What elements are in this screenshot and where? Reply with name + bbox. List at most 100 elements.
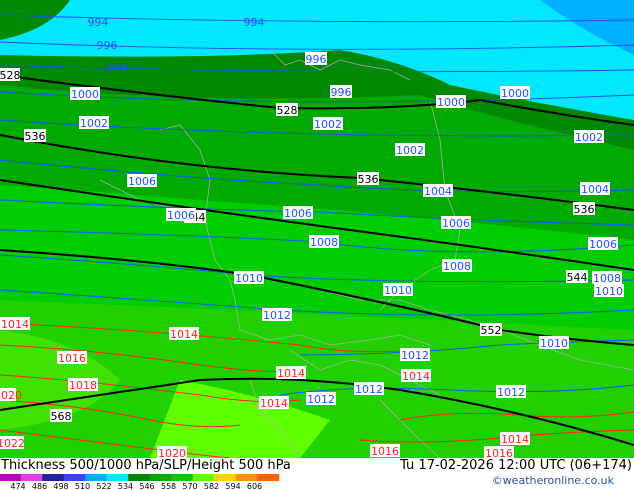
svg-text:1002: 1002 (314, 118, 342, 131)
slp-label: 1006 (283, 206, 313, 220)
svg-text:1002: 1002 (80, 117, 108, 130)
thickness-label: 536 (357, 172, 379, 186)
svg-text:994: 994 (88, 16, 109, 29)
legend-swatch (171, 474, 194, 481)
svg-text:1012: 1012 (307, 393, 335, 406)
legend-tick-label: 498 (53, 482, 68, 490)
thickness-slp-map: 528 528 528 536 536 536 544 544 552 568 … (0, 0, 634, 458)
slp-label: 998 (107, 62, 128, 75)
slp-label: 996 (97, 39, 118, 52)
svg-text:1012: 1012 (263, 309, 291, 322)
svg-text:1014: 1014 (170, 328, 198, 341)
credit-text: ©weatheronline.co.uk (491, 474, 614, 487)
thickness-label: 536 (573, 202, 595, 216)
slp-label: 1006 (441, 216, 471, 230)
slp-label: 1014 (276, 366, 306, 380)
svg-text:1006: 1006 (442, 217, 470, 230)
svg-text:1014: 1014 (402, 370, 430, 383)
svg-text:1000: 1000 (437, 96, 465, 109)
slp-label: 1004 (423, 184, 453, 198)
slp-label: 1014 (169, 327, 199, 341)
slp-label: 1016 (370, 444, 400, 458)
svg-text:1010: 1010 (595, 285, 623, 298)
svg-text:1008: 1008 (593, 272, 621, 285)
svg-text:1022: 1022 (0, 437, 25, 450)
svg-text:1014: 1014 (1, 318, 29, 331)
legend-swatch (257, 474, 280, 481)
slp-label: 1004 (580, 182, 610, 196)
svg-text:528: 528 (0, 69, 21, 82)
slp-label: 1010 (594, 284, 624, 298)
svg-text:1008: 1008 (310, 236, 338, 249)
svg-text:996: 996 (331, 86, 352, 99)
thickness-label: 528 (276, 103, 298, 117)
thickness-label: 528 (0, 68, 21, 82)
svg-text:1014: 1014 (501, 433, 529, 446)
slp-label: 1006 (588, 237, 618, 251)
slp-label: 1014 (259, 396, 289, 410)
svg-text:1014: 1014 (277, 367, 305, 380)
legend-swatch (42, 474, 65, 481)
thickness-label: 544 (566, 270, 588, 284)
svg-text:1016: 1016 (58, 352, 86, 365)
svg-text:1006: 1006 (589, 238, 617, 251)
legend-swatch (106, 474, 129, 481)
map-footer: Thickness 500/1000 hPa/SLP/Height 500 hP… (0, 458, 634, 490)
svg-text:552: 552 (481, 324, 502, 337)
svg-text:1000: 1000 (71, 88, 99, 101)
svg-text:1012: 1012 (401, 349, 429, 362)
svg-text:1012: 1012 (497, 386, 525, 399)
svg-text:1006: 1006 (167, 209, 195, 222)
legend-tick-label: 558 (161, 482, 176, 490)
legend-tick-label: 534 (118, 482, 133, 490)
slp-label: 1002 (395, 143, 425, 157)
slp-label: 1014 (0, 317, 30, 331)
legend-tick-label: 486 (32, 482, 47, 490)
svg-text:536: 536 (358, 173, 379, 186)
legend-swatch (63, 474, 86, 481)
legend-swatch (0, 474, 22, 481)
legend-tick-label: 570 (182, 482, 197, 490)
slp-label: 1000 (436, 95, 466, 109)
slp-label: 1018 (68, 378, 98, 392)
slp-label: 1010 (539, 336, 569, 350)
slp-label: 1012 (354, 382, 384, 396)
slp-label: 1010 (234, 271, 264, 285)
svg-text:1010: 1010 (384, 284, 412, 297)
legend-tick-label: 474 (10, 482, 25, 490)
legend-tick-label: 510 (75, 482, 90, 490)
svg-text:1020: 1020 (0, 389, 22, 402)
svg-text:1006: 1006 (284, 207, 312, 220)
slp-label: 1012 (400, 348, 430, 362)
slp-label: 1022 (0, 436, 25, 450)
legend-tick-label: 594 (225, 482, 240, 490)
thickness-label: 552 (480, 323, 502, 337)
svg-text:536: 536 (25, 130, 46, 143)
svg-text:1010: 1010 (235, 272, 263, 285)
svg-text:1004: 1004 (581, 183, 609, 196)
legend-swatch (85, 474, 108, 481)
slp-label: 1016 (484, 446, 514, 458)
svg-text:544: 544 (567, 271, 588, 284)
slp-label: 1008 (442, 259, 472, 273)
svg-text:1018: 1018 (69, 379, 97, 392)
slp-label: 1002 (79, 116, 109, 130)
legend-swatch (20, 474, 43, 481)
legend-tick-label: 522 (96, 482, 111, 490)
legend-tick-label: 546 (139, 482, 154, 490)
legend-swatch (128, 474, 151, 481)
svg-text:1014: 1014 (260, 397, 288, 410)
legend-swatch (214, 474, 237, 481)
svg-text:568: 568 (51, 410, 72, 423)
slp-label: 1008 (592, 271, 622, 285)
slp-label: 1002 (313, 117, 343, 131)
svg-text:994: 994 (244, 16, 265, 29)
svg-text:1002: 1002 (396, 144, 424, 157)
valid-time: Tu 17-02-2026 12:00 UTC (06+174) (400, 458, 632, 473)
svg-text:1000: 1000 (501, 87, 529, 100)
slp-label: 1008 (309, 235, 339, 249)
thickness-label: 568 (50, 409, 72, 423)
svg-text:1002: 1002 (575, 131, 603, 144)
svg-text:996: 996 (306, 53, 327, 66)
legend-swatch (192, 474, 215, 481)
